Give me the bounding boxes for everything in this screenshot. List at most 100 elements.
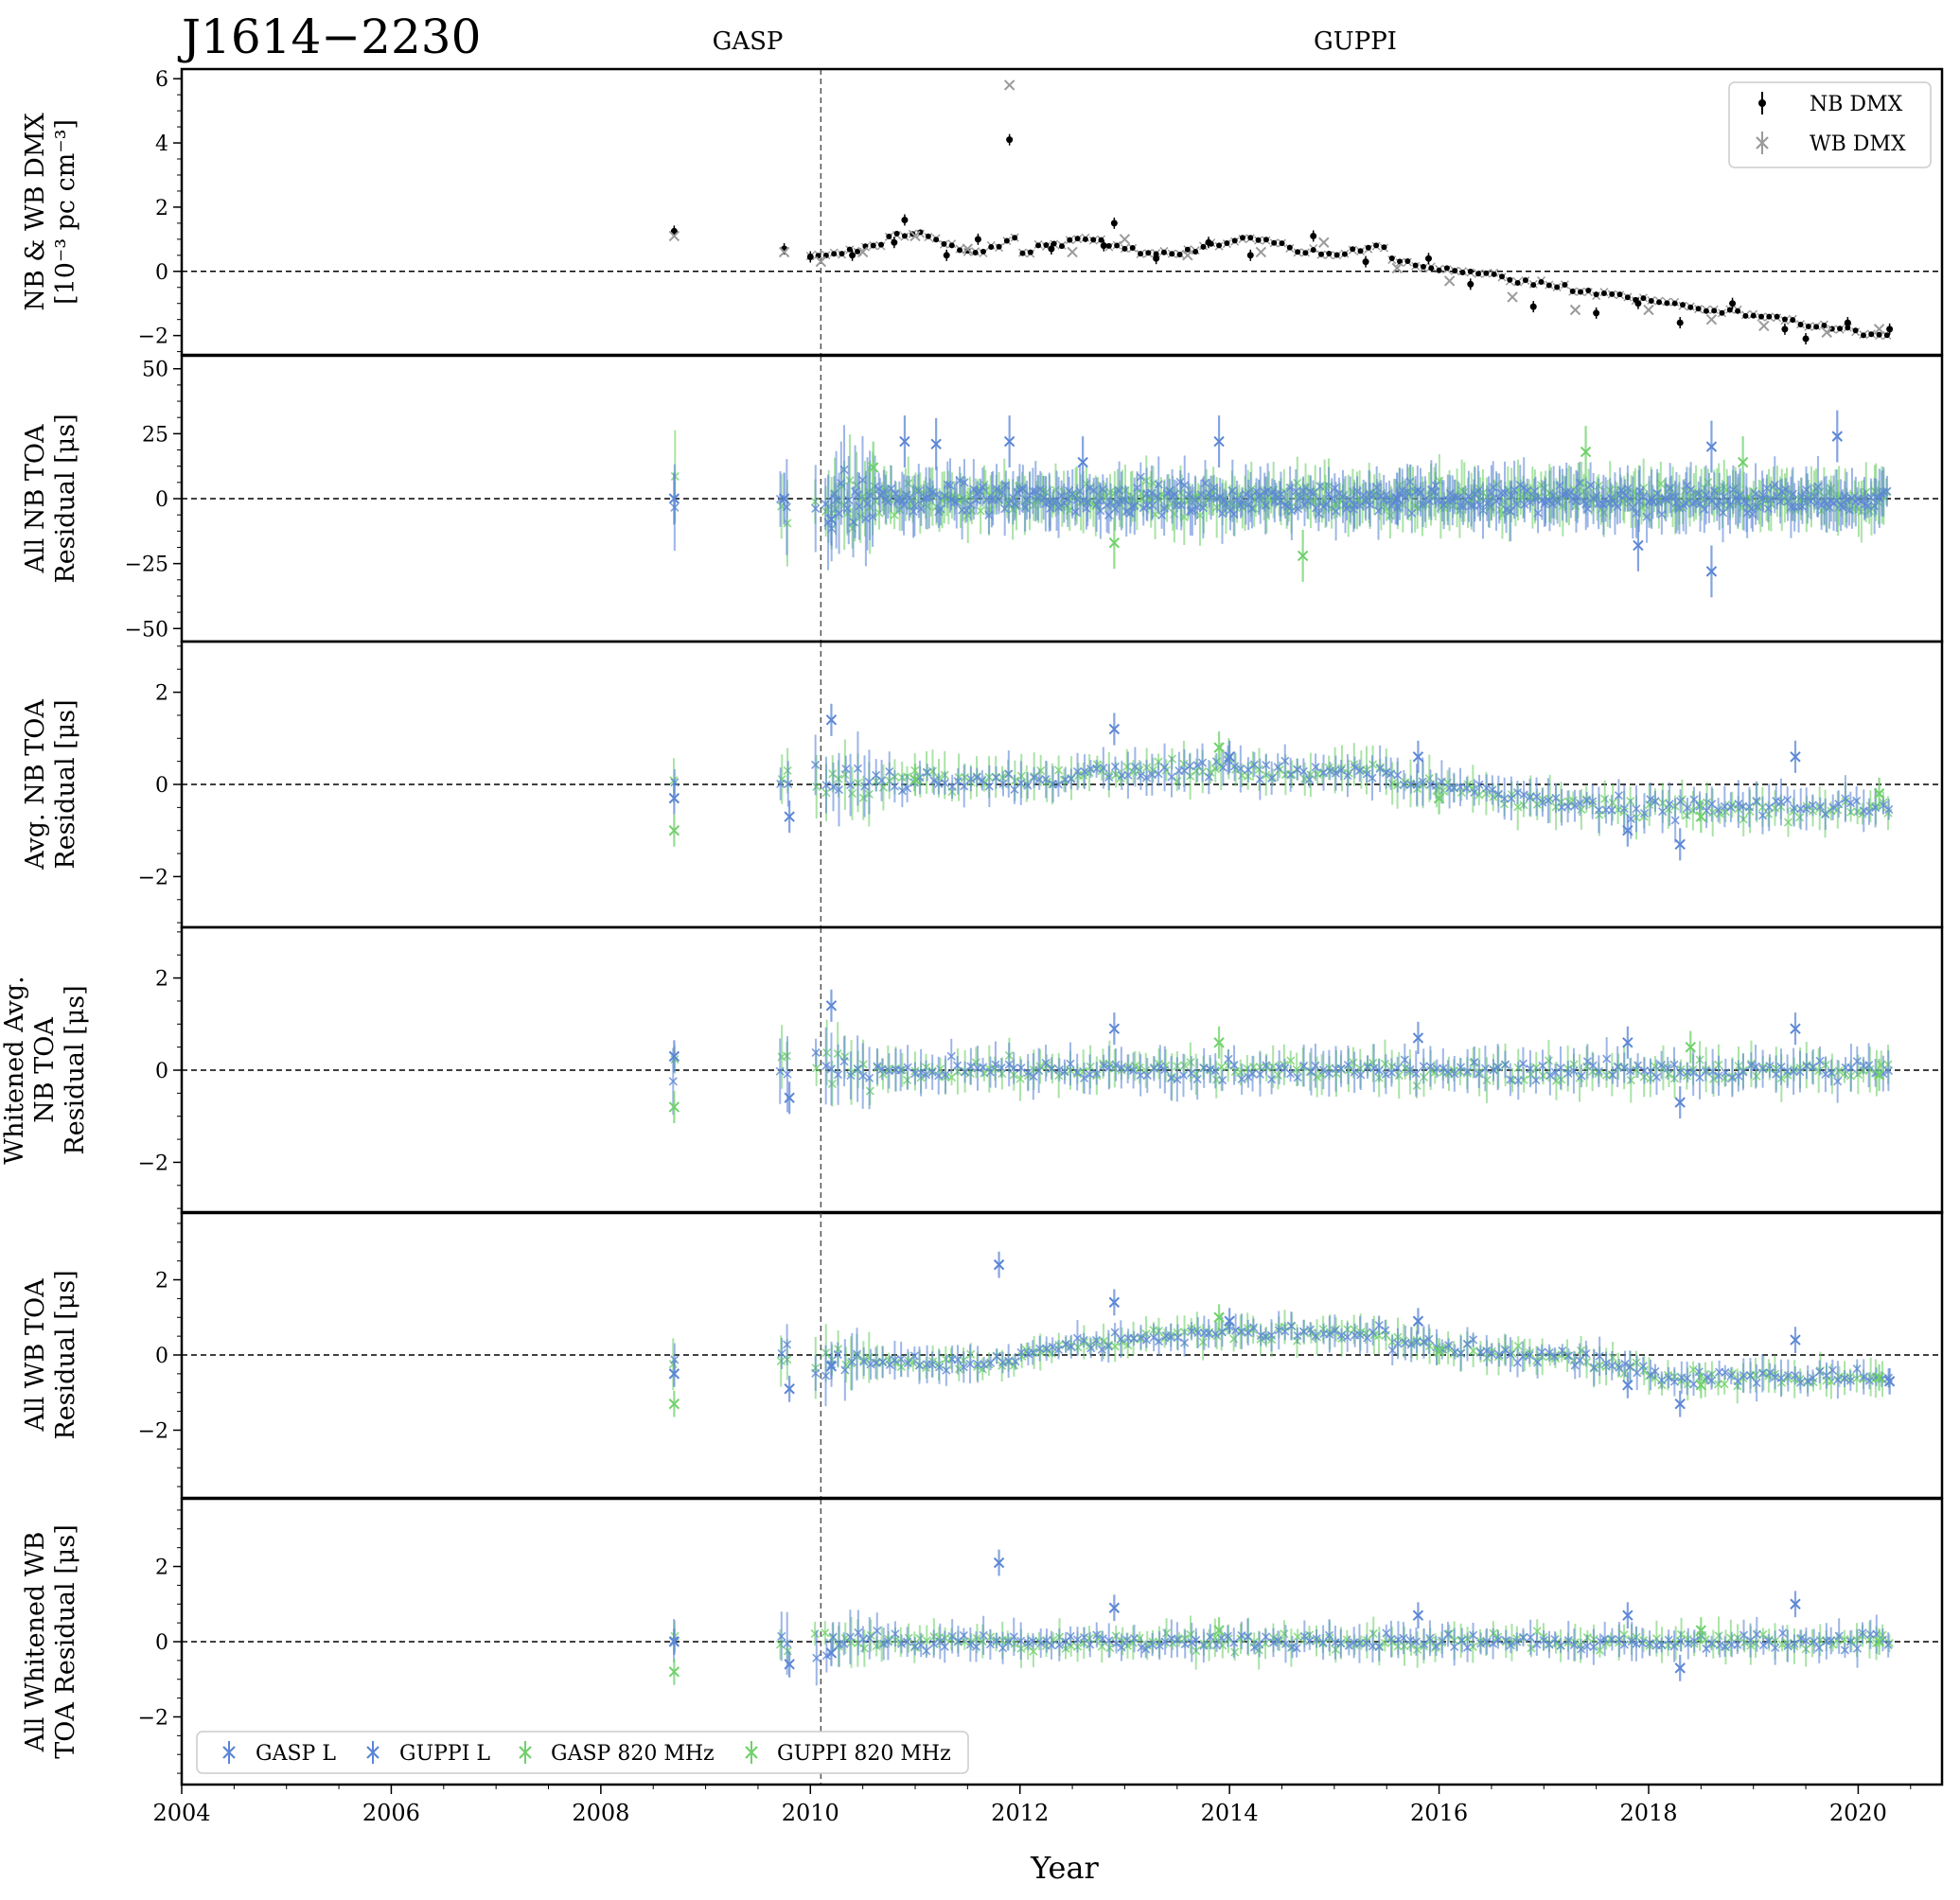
nb-dmx-point <box>1074 236 1081 242</box>
wb-dmx-point <box>1003 79 1015 91</box>
nb-dmx-point <box>1538 278 1545 285</box>
nb-dmx-point <box>1459 269 1466 275</box>
nb-dmx-point <box>1129 244 1136 251</box>
nb-dmx-point <box>1868 331 1875 338</box>
nb-dmx-point <box>1802 335 1810 343</box>
panels: −20246NB & WB DMX[10⁻³ pc cm⁻³]−50−25025… <box>0 67 1944 1786</box>
wb-dmx-point <box>1705 313 1718 325</box>
wb-dmx-point <box>1318 237 1330 248</box>
y-tick-label: −25 <box>125 554 168 577</box>
nb-dmx-point <box>1239 235 1245 241</box>
nb-dmx-point <box>1153 255 1160 262</box>
x-tick-label: 2020 <box>1829 1800 1887 1826</box>
nb-dmx-point <box>1656 299 1663 306</box>
nb-dmx-point <box>1090 237 1097 243</box>
nb-dmx-point <box>1742 312 1749 319</box>
nb-dmx-point <box>1048 245 1055 253</box>
nb-dmx-point <box>1231 238 1238 244</box>
legend-nb-dmx-label: NB DMX <box>1810 93 1903 116</box>
nb-dmx-point <box>1310 247 1316 254</box>
y-tick-label: 6 <box>155 68 168 92</box>
y-tick-label: 4 <box>155 132 168 156</box>
backend-label-guppi: GUPPI <box>1314 27 1397 56</box>
nb-dmx-point <box>1110 220 1118 227</box>
nb-dmx-point <box>1100 242 1107 250</box>
nb-dmx-point <box>1514 279 1521 286</box>
nb-dmx-point <box>1703 308 1709 314</box>
nb-dmx-point <box>1295 249 1301 255</box>
wb-dmx-point <box>1643 304 1654 316</box>
nb-dmx-point <box>806 254 814 261</box>
nb-dmx-point <box>1404 258 1411 265</box>
nb-dmx-point <box>1145 250 1152 256</box>
nb-dmx-point <box>1781 325 1789 333</box>
chart-title: J1614−2230 <box>177 9 481 64</box>
x-tick-label: 2004 <box>152 1800 210 1826</box>
nb-dmx-point <box>972 250 979 256</box>
legend-dmx: NB DMX WB DMX <box>1728 81 1932 168</box>
nb-dmx-point <box>943 252 950 259</box>
nb-dmx-point <box>1569 288 1576 294</box>
y-tick-label: 2 <box>155 968 168 992</box>
nb-dmx-point <box>988 244 995 251</box>
nb-dmx-point <box>1593 291 1599 298</box>
nb-dmx-point <box>1886 325 1894 333</box>
x-tick-label: 2016 <box>1410 1800 1468 1826</box>
nb-dmx-point <box>1507 276 1513 283</box>
nb-dmx-point <box>849 252 856 259</box>
y-tick-label: 0 <box>155 261 168 285</box>
nb-dmx-point <box>941 240 947 247</box>
x-tick-label: 2008 <box>572 1800 629 1826</box>
wb-dmx-point <box>1758 320 1770 332</box>
nb-dmx-point <box>1114 242 1121 249</box>
nb-dmx-point <box>1121 245 1128 252</box>
y-tick-label: 2 <box>155 682 168 706</box>
nb-dmx-point <box>1326 251 1333 257</box>
nb-dmx-point <box>1388 255 1395 262</box>
plot-area-all_nb <box>182 356 1942 642</box>
nb-dmx-point <box>1687 304 1694 310</box>
wb-dmx-point <box>1255 246 1267 258</box>
nb-dmx-point <box>1766 313 1773 320</box>
nb-dmx-point <box>1436 267 1442 273</box>
nb-dmx-point <box>1790 317 1796 324</box>
panel-frame <box>180 67 1944 357</box>
nb-dmx-point <box>1609 290 1616 297</box>
nb-dmx-point <box>996 243 1002 250</box>
nb-dmx-point <box>925 233 931 239</box>
nb-dmx-point <box>1373 242 1380 249</box>
nb-dmx-point <box>1499 273 1505 280</box>
nb-dmx-point <box>1876 331 1882 338</box>
y-axis-label: All WB TOAResidual [μs] <box>21 1270 80 1439</box>
panel-whitened_avg_nb: −2 0 2 Whitened Avg.NB TOAResidual [μs] <box>0 925 1944 1215</box>
nb-dmx-point <box>1750 312 1757 319</box>
nb-dmx-point <box>1006 136 1014 144</box>
nb-dmx-point <box>1333 252 1340 258</box>
nb-dmx-point <box>1443 265 1450 272</box>
nb-dmx-point <box>1216 242 1223 249</box>
nb-dmx-point <box>1774 313 1780 320</box>
nb-dmx-point <box>1200 243 1207 250</box>
y-tick-label: 0 <box>155 774 168 798</box>
nb-dmx-point <box>1019 250 1026 256</box>
nb-dmx-point <box>1522 277 1528 284</box>
nb-dmx-point <box>1600 290 1607 297</box>
legend-nb-dmx-marker <box>1758 99 1766 107</box>
wb-dmx-point <box>1821 326 1832 338</box>
nb-dmx-point <box>1169 251 1175 257</box>
nb-dmx-point <box>957 247 963 254</box>
nb-dmx-point <box>1035 242 1042 249</box>
nb-dmx-point <box>1711 308 1718 314</box>
nb-dmx-point <box>1735 308 1741 314</box>
nb-dmx-point <box>1082 236 1088 242</box>
legend-wb-dmx-label: WB DMX <box>1810 132 1906 156</box>
nb-dmx-point <box>1467 268 1474 274</box>
nb-dmx-point <box>1530 282 1537 289</box>
wb-dmx-point <box>1507 291 1518 303</box>
nb-dmx-point <box>1160 249 1167 255</box>
nb-dmx-point <box>870 242 876 249</box>
nb-dmx-point <box>1420 263 1426 270</box>
x-axis-label: Year <box>1030 1850 1099 1886</box>
nb-dmx-point <box>1350 246 1356 253</box>
nb-dmx-point <box>878 241 885 248</box>
